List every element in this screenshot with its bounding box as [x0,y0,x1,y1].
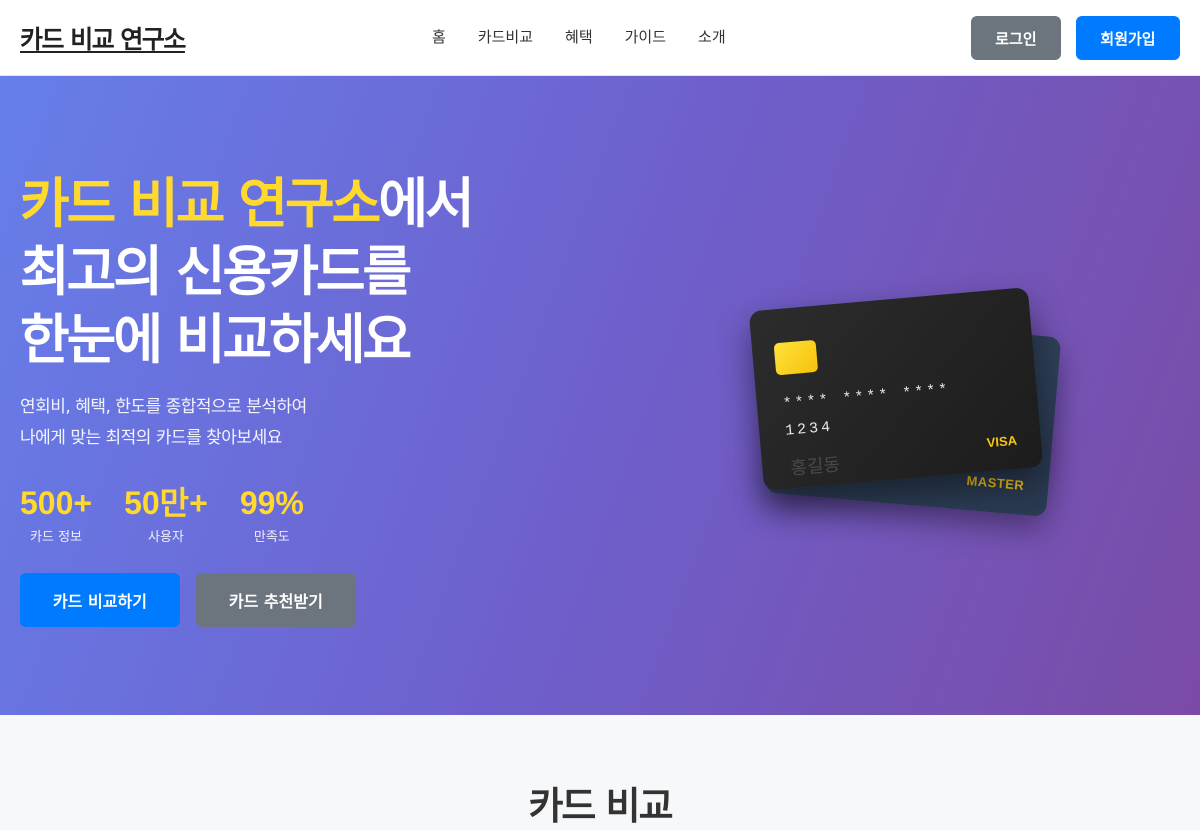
nav-item-about[interactable]: 소개 [682,26,742,47]
stat-card-count: 500+ 카드 정보 [20,482,92,545]
hero-title-line2: 최고의 신용카드를 [20,240,412,303]
stat-satisfaction: 99% 만족도 [240,482,304,545]
nav-item-home[interactable]: 홈 [416,26,462,47]
hero-stats: 500+ 카드 정보 50만+ 사용자 99% 만족도 [20,482,304,545]
stat-label: 사용자 [148,530,184,545]
credit-card-front-illustration: **** **** **** 1234 홍길동 VISA [748,287,1044,491]
signup-button[interactable]: 회원가입 [1076,16,1180,60]
hero-section: 카드 비교 연구소에서 최고의 신용카드를 한눈에 비교하세요 연회비, 혜택,… [0,76,1200,715]
hero-title-line3: 한눈에 비교하세요 [20,308,412,371]
stat-user-count: 50만+ 사용자 [124,482,208,545]
recommend-cards-button[interactable]: 카드 추천받기 [196,573,356,627]
card-compare-section-title: 카드 비교 [528,784,673,828]
hero-description: 연회비, 혜택, 한도를 종합적으로 분석하여 나에게 맞는 최적의 카드를 찾… [20,392,307,454]
card-holder-name: 홍길동 [789,454,841,480]
stat-value: 99% [239,485,304,521]
hero-title: 카드 비교 연구소에서 최고의 신용카드를 한눈에 비교하세요 [20,170,475,374]
card-chip-icon [773,339,819,376]
nav-item-card-compare[interactable]: 카드비교 [462,26,549,47]
hero-title-highlight: 카드 비교 연구소 [20,172,381,235]
stat-value: 500+ [20,485,93,521]
card-number: **** **** **** 1234 [782,381,952,440]
site-logo[interactable]: 카드 비교 연구소 [20,20,186,56]
nav-item-guide[interactable]: 가이드 [609,26,682,47]
site-header: 카드 비교 연구소 홈 카드비교 혜택 가이드 소개 로그인 회원가입 [0,0,1200,76]
hero-title-line1-rest: 에서 [378,172,474,235]
hero-description-line2: 나에게 맞는 최적의 카드를 찾아보세요 [20,428,282,448]
stat-label: 카드 정보 [30,530,83,545]
compare-cards-button[interactable]: 카드 비교하기 [20,573,180,627]
login-button[interactable]: 로그인 [971,16,1061,60]
nav-item-benefits[interactable]: 혜택 [549,26,609,47]
card-brand-master: MASTER [965,472,1025,493]
card-brand-visa: VISA [986,432,1018,451]
stat-value: 50만+ [124,485,208,521]
stat-label: 만족도 [253,530,290,545]
hero-description-line1: 연회비, 혜택, 한도를 종합적으로 분석하여 [20,397,307,417]
main-nav: 홈 카드비교 혜택 가이드 소개 [416,26,742,47]
